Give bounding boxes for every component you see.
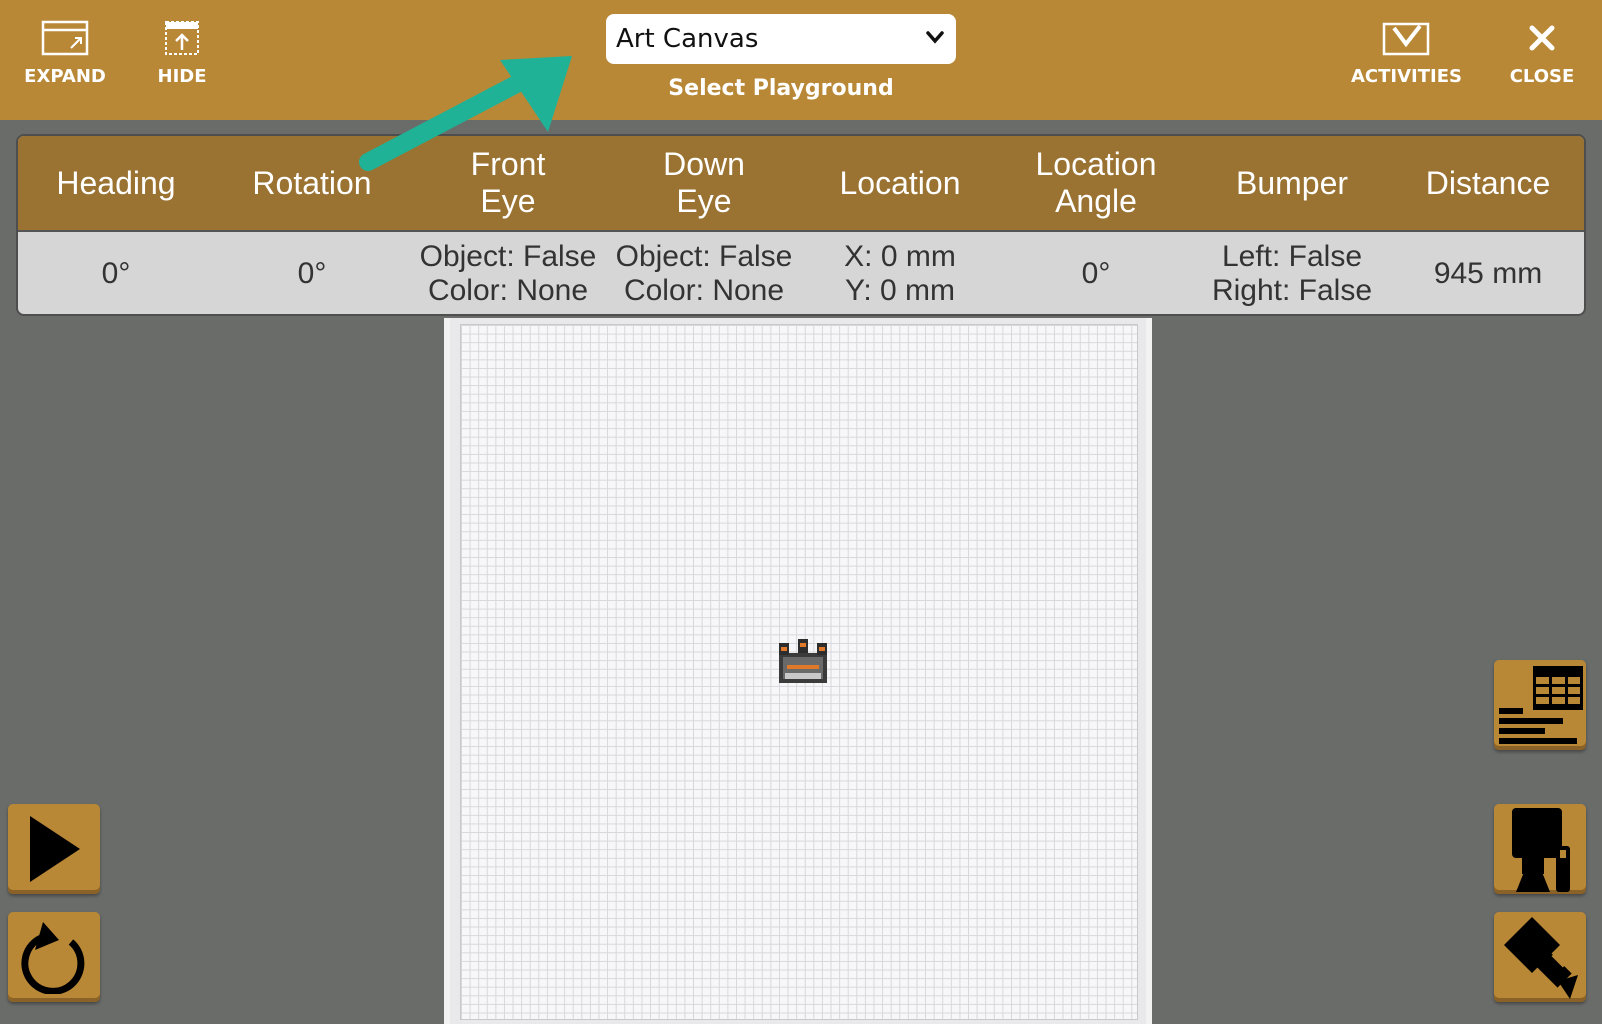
playground-select[interactable]: Art Canvas	[606, 14, 956, 64]
value-location: X: 0 mm Y: 0 mm	[844, 240, 956, 307]
top-toolbar: EXPAND HIDE Art Canvas Select Playground…	[0, 0, 1602, 120]
close-button[interactable]: CLOSE	[1487, 20, 1597, 87]
header-location-angle: Location Angle	[1035, 146, 1157, 219]
value-bumper: Left: False Right: False	[1211, 240, 1373, 307]
overhead-camera-button[interactable]	[1494, 912, 1586, 1002]
hide-icon	[165, 21, 199, 55]
header-location: Location	[839, 164, 961, 201]
header-down-eye: Down Eye	[663, 146, 745, 219]
robot-camera-button[interactable]	[1494, 804, 1586, 894]
art-canvas-grid	[460, 324, 1138, 1020]
close-icon	[1529, 25, 1555, 51]
value-heading: 0°	[101, 257, 131, 290]
playground-canvas[interactable]	[444, 318, 1152, 1024]
header-front-eye: Front Eye	[470, 146, 546, 219]
expand-icon	[41, 20, 89, 56]
data-table-button[interactable]	[1494, 660, 1586, 750]
expand-button[interactable]: EXPAND	[10, 20, 120, 87]
robot-icon[interactable]	[777, 639, 829, 683]
expand-label: EXPAND	[24, 66, 106, 87]
header-rotation: Rotation	[252, 164, 372, 201]
play-icon	[30, 816, 80, 882]
hide-button[interactable]: HIDE	[127, 20, 237, 87]
play-button[interactable]	[8, 804, 100, 894]
overhead-camera-icon	[1504, 917, 1578, 999]
activities-label: ACTIVITIES	[1351, 66, 1462, 87]
activities-icon	[1382, 22, 1430, 56]
value-rotation: 0°	[297, 257, 327, 290]
value-front-eye: Object: False Color: None	[419, 240, 597, 307]
chevron-down-icon	[926, 31, 944, 44]
value-location-angle: 0°	[1081, 257, 1111, 290]
data-table-icon	[1499, 666, 1583, 744]
header-bumper: Bumper	[1235, 164, 1349, 201]
sensor-panel: Heading Rotation Front Eye Down Eye Loca…	[16, 134, 1586, 316]
header-heading: Heading	[56, 164, 176, 201]
hide-label: HIDE	[157, 66, 207, 87]
playground-select-value: Art Canvas	[616, 24, 759, 54]
select-playground-label: Select Playground	[668, 76, 894, 101]
close-label: CLOSE	[1509, 66, 1575, 87]
value-distance: 945 mm	[1433, 257, 1543, 290]
robot-camera-icon	[1512, 808, 1570, 892]
activities-button[interactable]: ACTIVITIES	[1351, 20, 1462, 87]
value-down-eye: Object: False Color: None	[615, 240, 793, 307]
reset-button[interactable]	[8, 912, 100, 1002]
reset-icon	[21, 922, 85, 994]
header-distance: Distance	[1425, 164, 1551, 201]
